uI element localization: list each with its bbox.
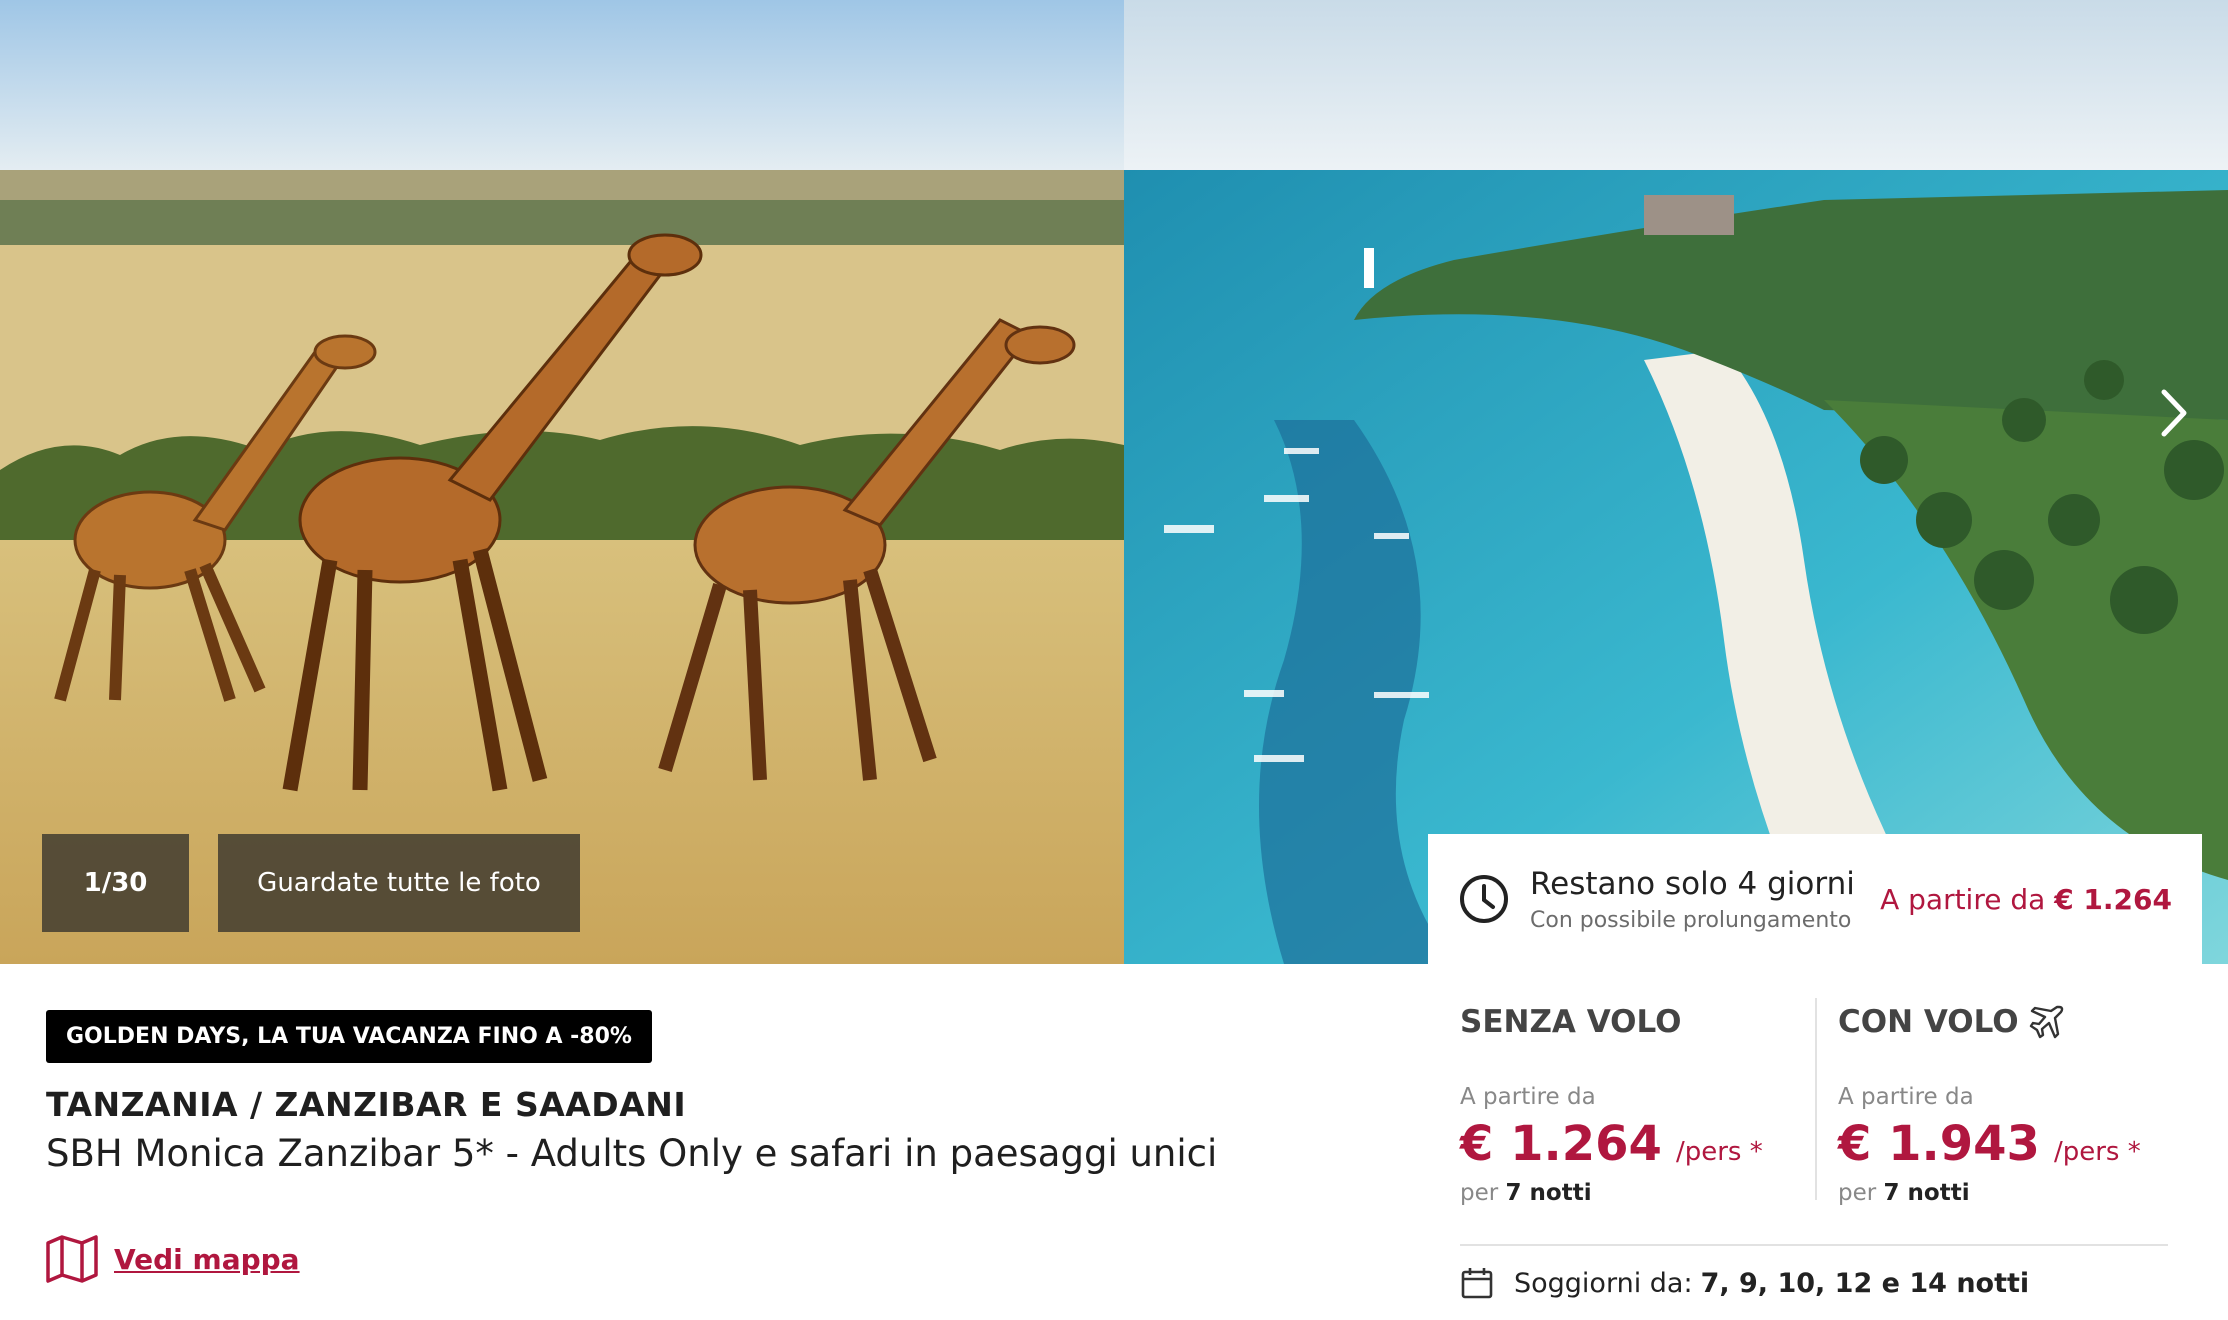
next-photo-button[interactable]: [2148, 380, 2198, 446]
without-flight-nights-prefix: per: [1460, 1180, 1499, 1206]
without-flight-nights-value: 7 notti: [1505, 1180, 1592, 1206]
availability-price-value: € 1.264: [2054, 882, 2172, 916]
availability-subtitle: Con possibile prolungamento: [1530, 907, 1852, 933]
view-map-label[interactable]: Vedi mappa: [114, 1243, 300, 1276]
without-flight-from-label: A partire da: [1460, 1084, 1596, 1110]
map-icon: [46, 1235, 98, 1283]
with-flight-title-row: CON VOLO: [1838, 1000, 2188, 1044]
zanzibar-beach-photo[interactable]: [1124, 0, 2228, 964]
with-flight-nights: per 7 notti: [1838, 1180, 2188, 1206]
without-flight-price: € 1.264: [1460, 1116, 1662, 1172]
without-flight-title: SENZA VOLO: [1460, 1004, 1682, 1040]
destination-title: TANZANIA / ZANZIBAR E SAADANI: [46, 1085, 687, 1124]
availability-price: A partire da € 1.264: [1880, 883, 2172, 916]
pricing-divider: [1460, 1244, 2168, 1246]
stays-value: 7, 9, 10, 12 e 14 notti: [1700, 1267, 2030, 1299]
view-all-photos-button[interactable]: Guardate tutte le foto: [218, 834, 580, 932]
without-flight-price-line: € 1.264 /pers *: [1460, 1116, 1810, 1172]
with-flight-nights-prefix: per: [1838, 1180, 1877, 1206]
availability-title: Restano solo 4 giorni: [1530, 865, 1855, 902]
price-with-flight[interactable]: CON VOLO A partire da € 1.943 /pers * pe…: [1838, 1000, 2188, 1206]
photo-gallery[interactable]: 1/30 Guardate tutte le foto: [0, 0, 2228, 964]
price-without-flight[interactable]: SENZA VOLO A partire da € 1.264 /pers * …: [1460, 1000, 1810, 1206]
with-flight-per-person: /pers *: [2053, 1137, 2141, 1167]
stays-row: Soggiorni da: 7, 9, 10, 12 e 14 notti: [1460, 1266, 2029, 1300]
stays-label: Soggiorni da:: [1514, 1267, 1693, 1299]
calendar-icon: [1461, 1268, 1493, 1299]
availability-text: Restano solo 4 giorni Con possibile prol…: [1530, 866, 1880, 933]
chevron-right-icon: [2161, 389, 2187, 437]
view-map-link[interactable]: Vedi mappa: [44, 1233, 300, 1285]
hotel-name: SBH Monica Zanzibar 5* - Adults Only e s…: [46, 1132, 1218, 1175]
promo-banner[interactable]: GOLDEN DAYS, LA TUA VACANZA FINO A -80%: [46, 1010, 652, 1063]
photo-counter: 1/30: [42, 834, 189, 932]
with-flight-title: CON VOLO: [1838, 1004, 2019, 1040]
giraffes-image: [0, 0, 1124, 964]
plane-icon: [2029, 1005, 2063, 1039]
beach-image: [1124, 0, 2228, 964]
availability-box: Restano solo 4 giorni Con possibile prol…: [1428, 834, 2202, 964]
availability-price-prefix: A partire da: [1880, 882, 2046, 916]
with-flight-nights-value: 7 notti: [1883, 1180, 1970, 1206]
with-flight-from-label: A partire da: [1838, 1084, 1974, 1110]
clock-icon: [1460, 875, 1508, 923]
without-flight-nights: per 7 notti: [1460, 1180, 1810, 1206]
price-column-divider: [1815, 998, 1817, 1200]
giraffes-photo[interactable]: [0, 0, 1124, 964]
with-flight-price: € 1.943: [1838, 1116, 2040, 1172]
without-flight-per-person: /pers *: [1675, 1137, 1763, 1167]
with-flight-price-line: € 1.943 /pers *: [1838, 1116, 2188, 1172]
